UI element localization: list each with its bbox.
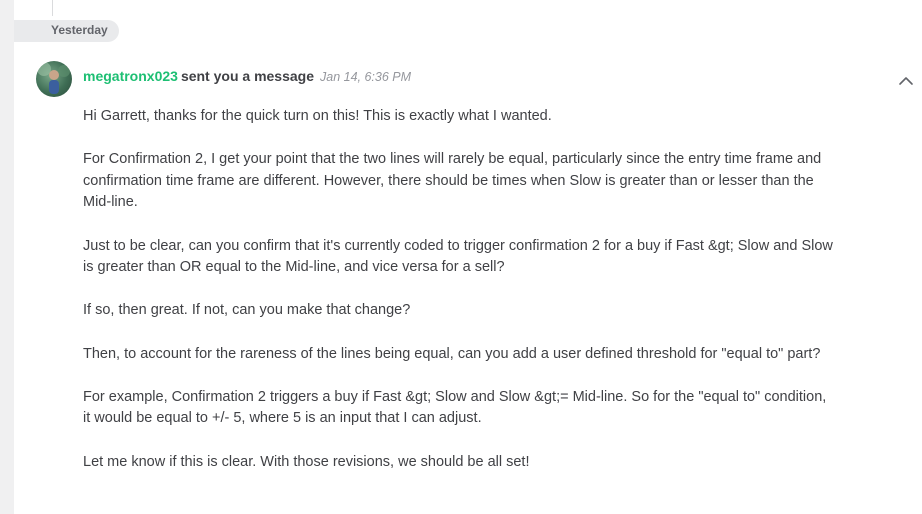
thread-line xyxy=(52,0,53,16)
chevron-up-icon[interactable] xyxy=(897,72,915,90)
avatar[interactable] xyxy=(36,61,72,97)
message-header: megatronx023 sent you a message Jan 14, 6:… xyxy=(83,68,411,86)
message-timestamp: Jan 14, 6:36 PM xyxy=(320,70,412,84)
message-paragraph: For Confirmation 2, I get your point tha… xyxy=(83,151,822,211)
message-paragraph: For example, Confirmation 2 triggers a b… xyxy=(83,388,827,427)
date-divider-label: Yesterday xyxy=(51,23,108,37)
message-paragraph: Just to be clear, can you confirm that i… xyxy=(83,237,833,276)
message-paragraph: If so, then great. If not, can you make … xyxy=(83,302,411,319)
message-paragraph: Then, to account for the rareness of the… xyxy=(83,345,821,362)
message-paragraph: Let me know if this is clear. With those… xyxy=(83,453,530,470)
avatar-photo xyxy=(37,62,70,94)
message-action: sent you a message xyxy=(180,68,314,84)
message-body: Hi Garrett, thanks for the quick turn on… xyxy=(83,106,833,495)
message-paragraph: Hi Garrett, thanks for the quick turn on… xyxy=(83,108,552,124)
left-gutter xyxy=(0,0,14,514)
date-divider: Yesterday xyxy=(14,20,119,42)
sender-name[interactable]: megatronx023 xyxy=(83,68,178,84)
